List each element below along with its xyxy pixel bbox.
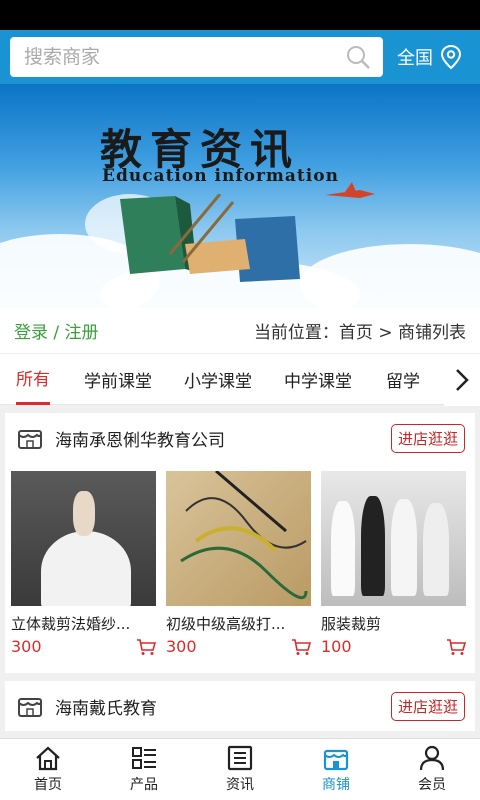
tabbar-label: 产品 [130, 777, 158, 793]
auth-links: 登录 / 注册 [14, 318, 99, 343]
enter-shop-button[interactable]: 进店逛逛 [390, 691, 465, 721]
list-icon [132, 747, 156, 769]
product-name: 服装裁剪 [321, 615, 382, 633]
breadcrumb-bar: 登录 / 注册 当前位置：首页 > 商铺列表 [0, 308, 480, 353]
user-icon [419, 745, 445, 771]
tabbar-home[interactable]: 首页 [0, 739, 96, 800]
product-name: 立体裁剪法婚纱... [11, 615, 131, 633]
register-link[interactable]: 注册 [65, 323, 99, 343]
shop-name[interactable]: 海南戴氏教育 [55, 694, 391, 719]
tabbar-label: 资讯 [226, 777, 254, 793]
tab-primary[interactable]: 小学课堂 [184, 353, 252, 405]
tabbar-label: 商铺 [322, 777, 350, 793]
shop-icon [18, 430, 42, 449]
banner[interactable]: 教育资讯 Education information [0, 84, 480, 308]
tabbar-member[interactable]: 会员 [384, 739, 480, 800]
shop-icon [323, 749, 349, 771]
tabbar-label: 首页 [34, 777, 62, 793]
tab-preschool[interactable]: 学前课堂 [84, 353, 152, 405]
product-price: 300 [11, 637, 42, 656]
shop-card: 海南戴氏教育 进店逛逛 [5, 681, 475, 731]
shop-icon [18, 698, 42, 717]
product-image[interactable] [11, 471, 156, 606]
product-list: 立体裁剪法婚纱... 300 初级中级高级打... 300 服装裁剪 100 [5, 463, 475, 673]
news-icon [227, 745, 253, 771]
books-illustration [120, 194, 300, 282]
search-input[interactable] [24, 46, 304, 68]
shop-header[interactable]: 海南戴氏教育 进店逛逛 [5, 681, 475, 731]
auth-separator: / [48, 323, 65, 343]
shop-header[interactable]: 海南承恩俐华教育公司 进店逛逛 [5, 413, 475, 463]
product-item[interactable]: 初级中级高级打... 300 [166, 471, 311, 673]
status-bar [0, 0, 480, 30]
login-link[interactable]: 登录 [14, 323, 48, 343]
cloud [300, 244, 480, 308]
tab-middle[interactable]: 中学课堂 [284, 353, 352, 405]
product-price: 100 [321, 637, 352, 656]
banner-subtitle: Education information [102, 166, 339, 186]
tabbar-news[interactable]: 资讯 [192, 739, 288, 800]
product-price: 300 [166, 637, 197, 656]
tabbar-shops[interactable]: 商铺 [288, 739, 384, 800]
shop-card: 海南承恩俐华教育公司 进店逛逛 立体裁剪法婚纱... 300 初级中级高级打..… [5, 413, 475, 673]
home-icon [36, 746, 60, 771]
product-name: 初级中级高级打... [166, 615, 286, 633]
search-icon[interactable] [345, 44, 371, 70]
chevron-right-icon [456, 369, 469, 391]
tabbar-products[interactable]: 产品 [96, 739, 192, 800]
header: 全国 [0, 30, 480, 84]
tabbar-label: 会员 [418, 777, 446, 793]
enter-shop-button[interactable]: 进店逛逛 [390, 423, 465, 453]
cart-icon[interactable] [446, 638, 466, 656]
tabs-scroll-right[interactable] [444, 354, 480, 406]
region-selector[interactable]: 全国 [397, 44, 463, 70]
shop-name[interactable]: 海南承恩俐华教育公司 [55, 426, 391, 451]
breadcrumb: 当前位置：首页 > 商铺列表 [253, 323, 466, 343]
tab-abroad[interactable]: 留学 [386, 353, 420, 405]
product-image[interactable] [166, 471, 311, 606]
location-pin-icon [440, 44, 462, 70]
category-tabs: 所有 学前课堂 小学课堂 中学课堂 留学 [0, 353, 480, 406]
bottom-tab-bar: 首页 产品 资讯 商铺 会员 [0, 738, 480, 800]
search-box[interactable] [10, 37, 383, 77]
region-label: 全国 [397, 48, 433, 69]
product-item[interactable]: 立体裁剪法婚纱... 300 [11, 471, 156, 673]
product-image[interactable] [321, 471, 466, 606]
cart-icon[interactable] [291, 638, 311, 656]
cart-icon[interactable] [136, 638, 156, 656]
tab-all[interactable]: 所有 [16, 353, 50, 405]
product-item[interactable]: 服装裁剪 100 [321, 471, 466, 673]
